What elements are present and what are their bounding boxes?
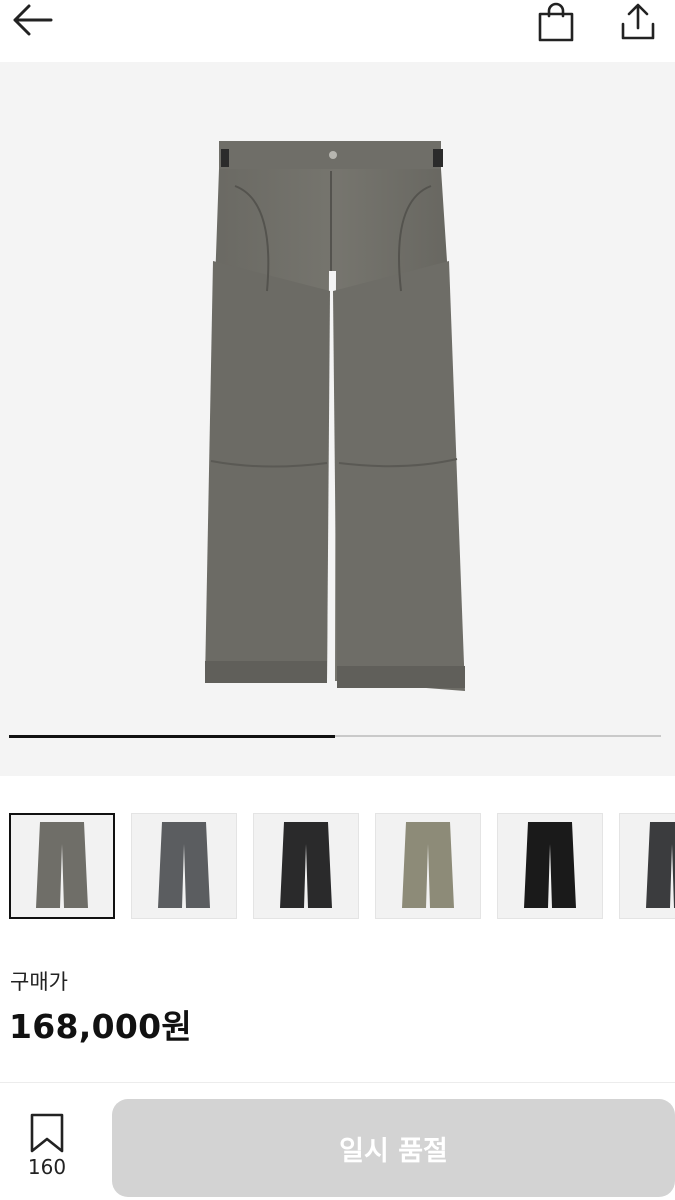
sold-out-button[interactable]: 일시 품절 xyxy=(112,1099,675,1197)
thumbnail-black-washed[interactable] xyxy=(253,813,359,919)
product-image-carousel[interactable] xyxy=(0,62,675,776)
carousel-progress-bar xyxy=(9,734,661,738)
thumbnail-dark-gray-partial[interactable] xyxy=(619,813,675,919)
arrow-left-icon xyxy=(13,4,53,36)
top-bar xyxy=(0,0,675,60)
share-upload-icon xyxy=(621,3,655,40)
pants-thumbnail-icon xyxy=(524,822,576,908)
carousel-progress-indicator xyxy=(9,734,335,738)
price-label: 구매가 xyxy=(10,970,68,994)
pants-thumbnail-icon xyxy=(36,822,88,908)
price-value: 168,000원 xyxy=(9,1007,193,1046)
shopping-bag-icon xyxy=(538,2,574,42)
pants-thumbnail-icon xyxy=(158,822,210,908)
bookmark-icon xyxy=(30,1113,64,1153)
bookmark-count: 160 xyxy=(27,1155,67,1179)
thumbnail-strip[interactable] xyxy=(0,813,675,921)
bookmark-button[interactable]: 160 xyxy=(22,1113,72,1183)
thumbnail-olive-front[interactable] xyxy=(375,813,481,919)
divider xyxy=(0,1082,675,1083)
thumbnail-black-solid[interactable] xyxy=(497,813,603,919)
thumbnail-gray-front[interactable] xyxy=(9,813,115,919)
thumbnail-charcoal-front[interactable] xyxy=(131,813,237,919)
gray-wide-pants-image xyxy=(205,141,465,691)
pants-thumbnail-icon xyxy=(646,822,675,908)
share-button[interactable] xyxy=(614,0,662,44)
cart-button[interactable] xyxy=(532,0,580,44)
pants-thumbnail-icon xyxy=(402,822,454,908)
back-button[interactable] xyxy=(8,0,56,40)
pants-thumbnail-icon xyxy=(280,822,332,908)
